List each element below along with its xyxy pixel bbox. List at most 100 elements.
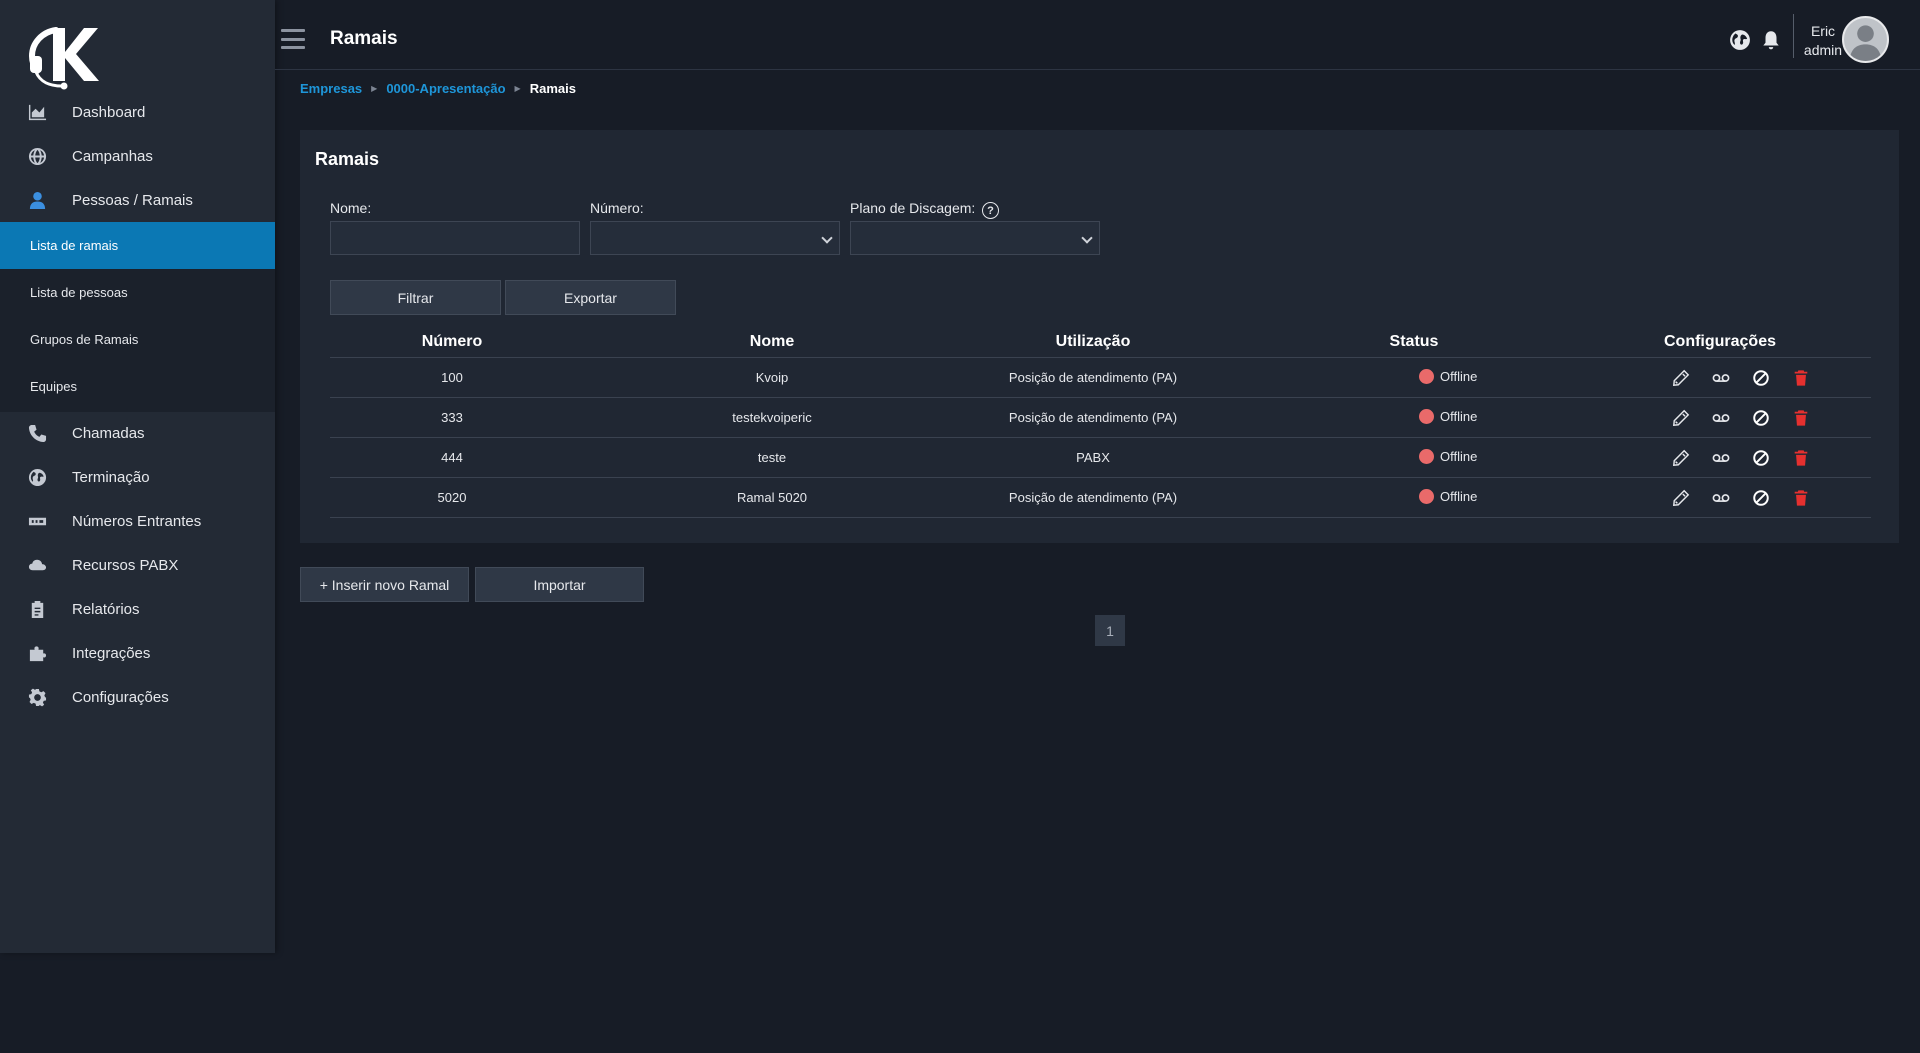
cell-nome: Kvoip [755,370,789,385]
top-header: Ramais Eric admin [275,0,1920,70]
language-globe-icon[interactable] [1729,29,1751,51]
menu-toggle-icon[interactable] [281,29,305,49]
column-header-numero[interactable]: Número [392,333,512,351]
pagination-page-1[interactable]: 1 [1095,615,1125,646]
submenu-item-lista-ramais[interactable]: Lista de ramais [0,222,275,269]
cell-utilizacao: PABX [1076,450,1110,465]
nome-label: Nome: [330,200,372,216]
cell-numero: 333 [441,410,463,425]
submenu-item-equipes[interactable]: Equipes [0,363,275,410]
table-row: 5020 Ramal 5020 Posição de atendimento (… [330,478,1871,518]
cell-numero: 444 [441,450,463,465]
block-ban-icon[interactable] [1751,408,1771,428]
cell-nome: teste [757,450,787,465]
status-badge: Offline [1419,489,1477,504]
gear-icon [26,686,48,708]
sim-card-icon [26,510,48,532]
filter-button[interactable]: Filtrar [330,280,501,315]
status-text: Offline [1440,449,1478,464]
breadcrumb-link-empresa[interactable]: 0000-Apresentação [386,81,505,96]
offline-status-icon [1419,489,1434,504]
insert-ramal-button[interactable]: + Inserir novo Ramal [300,567,469,602]
column-header-nome[interactable]: Nome [672,333,872,351]
block-ban-icon[interactable] [1751,368,1771,388]
submenu-item-label: Equipes [30,379,77,394]
edit-pencil-icon[interactable] [1671,448,1691,468]
card-title: Ramais [315,149,380,169]
plano-discagem-label: Plano de Discagem: [850,200,976,216]
phone-icon [26,422,48,444]
sidebar-item-terminacao[interactable]: Terminação [0,455,275,499]
sidebar-item-label: Integrações [72,644,151,662]
import-button[interactable]: Importar [475,567,644,602]
breadcrumb-link-empresas[interactable]: Empresas [300,81,362,96]
globe-icon [26,145,48,167]
voicemail-icon[interactable] [1711,448,1731,468]
delete-trash-icon[interactable] [1791,448,1811,468]
globe-americas-icon [26,466,48,488]
cell-numero: 5020 [437,490,467,505]
sidebar-item-recursos-pabx[interactable]: Recursos PABX [0,543,275,587]
sidebar-item-chamadas[interactable]: Chamadas [0,411,275,455]
status-text: Offline [1440,489,1478,504]
sidebar-item-label: Números Entrantes [72,512,202,530]
edit-pencil-icon[interactable] [1671,408,1691,428]
avatar[interactable] [1842,16,1889,63]
sidebar: Dashboard Campanhas Pessoas / Ramais Lis… [0,0,275,953]
status-text: Offline [1440,409,1478,424]
table-row: 100 Kvoip Posição de atendimento (PA) Of… [330,358,1871,398]
nome-input[interactable] [330,221,580,255]
offline-status-icon [1419,409,1434,424]
edit-pencil-icon[interactable] [1671,488,1691,508]
user-icon [26,189,48,211]
delete-trash-icon[interactable] [1791,488,1811,508]
breadcrumb-separator-icon: ▶ [514,84,521,93]
block-ban-icon[interactable] [1751,488,1771,508]
cell-utilizacao: Posição de atendimento (PA) [1008,490,1178,505]
sidebar-item-label: Campanhas [72,147,153,165]
voicemail-icon[interactable] [1711,408,1731,428]
kvoip-logo[interactable] [26,24,100,90]
voicemail-icon[interactable] [1711,488,1731,508]
help-icon[interactable]: ? [982,202,999,219]
numero-label: Número: [590,200,644,216]
cell-numero: 100 [441,370,463,385]
column-header-status[interactable]: Status [1364,333,1464,351]
notification-bell-icon[interactable] [1760,29,1782,51]
breadcrumb-separator-icon: ▶ [371,84,378,93]
status-badge: Offline [1419,449,1477,464]
voicemail-icon[interactable] [1711,368,1731,388]
cloud-icon [26,554,48,576]
edit-pencil-icon[interactable] [1671,368,1691,388]
sidebar-item-relatorios[interactable]: Relatórios [0,587,275,631]
sidebar-item-label: Recursos PABX [72,556,179,574]
table-row: 444 teste PABX Offline [330,438,1871,478]
numero-select[interactable] [590,221,840,255]
export-button[interactable]: Exportar [505,280,676,315]
sidebar-item-label: Dashboard [72,103,146,121]
clipboard-icon [26,598,48,620]
offline-status-icon [1419,369,1434,384]
column-header-utilizacao[interactable]: Utilização [993,333,1193,351]
sidebar-item-numeros-entrantes[interactable]: Números Entrantes [0,499,275,543]
delete-trash-icon[interactable] [1791,408,1811,428]
sidebar-item-dashboard[interactable]: Dashboard [0,90,275,134]
sidebar-item-pessoas-ramais[interactable]: Pessoas / Ramais [0,178,275,222]
sidebar-item-campanhas[interactable]: Campanhas [0,134,275,178]
submenu-item-grupos-ramais[interactable]: Grupos de Ramais [0,316,275,363]
delete-trash-icon[interactable] [1791,368,1811,388]
plano-discagem-select[interactable] [850,221,1100,255]
sidebar-item-integracoes[interactable]: Integrações [0,631,275,675]
breadcrumb-current: Ramais [529,81,576,96]
sidebar-item-label: Chamadas [72,424,145,442]
submenu-pessoas-ramais: Lista de ramais Lista de pessoas Grupos … [0,222,275,412]
sidebar-item-configuracoes[interactable]: Configurações [0,675,275,719]
breadcrumb: Empresas ▶ 0000-Apresentação ▶ Ramais [300,81,576,96]
puzzle-icon [26,642,48,664]
ramais-card: Ramais Nome: Número: Plano de Discagem: … [300,130,1899,543]
submenu-item-label: Lista de pessoas [30,285,128,300]
cell-nome: testekvoiperic [732,410,812,425]
sidebar-item-label: Relatórios [72,600,140,618]
submenu-item-lista-pessoas[interactable]: Lista de pessoas [0,269,275,316]
block-ban-icon[interactable] [1751,448,1771,468]
